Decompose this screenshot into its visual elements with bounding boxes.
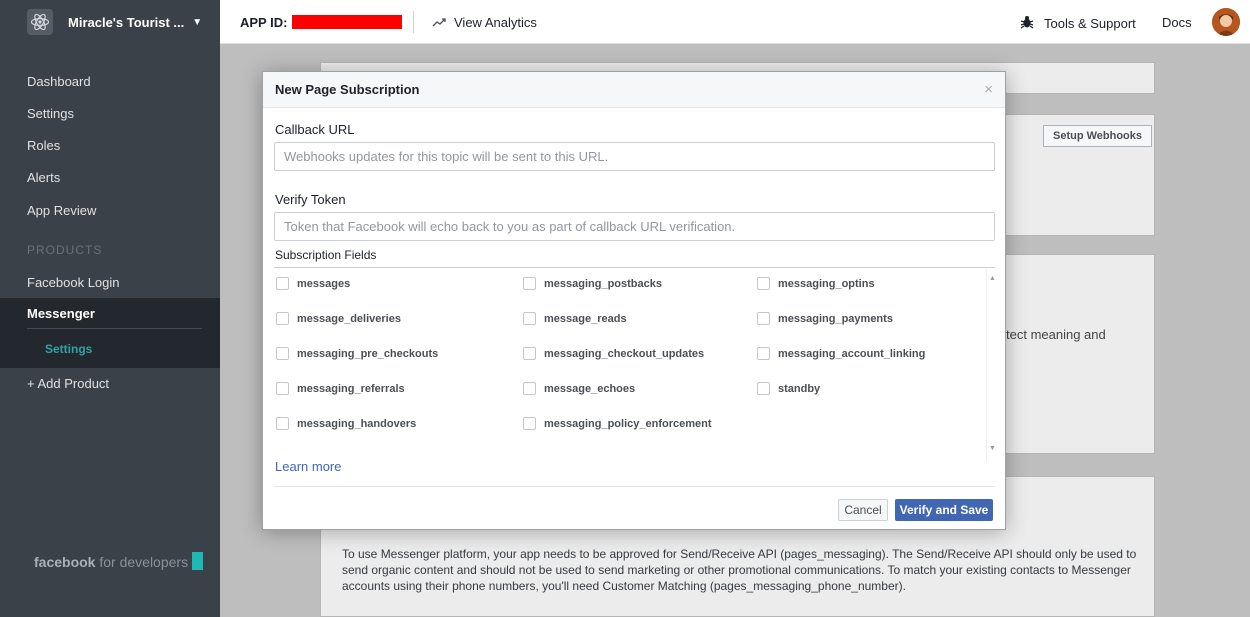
divider: [413, 11, 414, 33]
sidebar: Dashboard Settings Roles Alerts App Revi…: [0, 44, 220, 617]
sidebar-item-facebook-login[interactable]: Facebook Login: [27, 275, 120, 290]
checkbox-message-echoes[interactable]: message_echoes: [523, 382, 635, 395]
top-bar: Miracle's Tourist ... ▼ APP ID: redacted…: [0, 0, 1250, 44]
footer-brand: facebook: [34, 554, 96, 570]
checkbox-messaging-handovers[interactable]: messaging_handovers: [276, 417, 416, 430]
footer-suffix: for developers: [99, 554, 189, 570]
checkbox-messaging-payments[interactable]: messaging_payments: [757, 312, 893, 325]
checkbox-label: message_echoes: [544, 382, 636, 395]
sidebar-item-messenger[interactable]: Messenger: [27, 306, 95, 321]
checkbox-label: message_deliveries: [297, 312, 401, 325]
checkbox-box[interactable]: [523, 417, 536, 430]
checkbox-box[interactable]: [276, 347, 289, 360]
checkbox-box[interactable]: [523, 312, 536, 325]
scroll-down-icon[interactable]: ▼: [989, 445, 996, 452]
checkbox-label: messages: [297, 277, 351, 290]
checkbox-messaging-checkout-updates[interactable]: messaging_checkout_updates: [523, 347, 704, 360]
tools-support-link[interactable]: Tools & Support: [1020, 15, 1136, 32]
checkbox-box[interactable]: [276, 417, 289, 430]
checkbox-box[interactable]: [523, 277, 536, 290]
checkbox-box[interactable]: [523, 382, 536, 395]
checkbox-label: messaging_checkout_updates: [544, 347, 705, 360]
checkbox-standby[interactable]: standby: [757, 382, 820, 395]
checkbox-messaging-pre-checkouts[interactable]: messaging_pre_checkouts: [276, 347, 438, 360]
checkbox-box[interactable]: [276, 312, 289, 325]
facebook-for-developers-logo: facebook for developers: [34, 552, 204, 570]
checkbox-box[interactable]: [523, 347, 536, 360]
app-name: Miracle's Tourist ...: [68, 14, 185, 30]
verify-token-label: Verify Token: [275, 192, 346, 207]
checkbox-messaging-postbacks[interactable]: messaging_postbacks: [523, 277, 662, 290]
fields-scrollbar[interactable]: ▲ ▼: [986, 269, 998, 462]
bug-icon: [1020, 15, 1034, 32]
sidebar-item-settings[interactable]: Settings: [27, 106, 74, 121]
products-header: PRODUCTS: [27, 243, 103, 257]
checkbox-label: messaging_pre_checkouts: [297, 347, 439, 360]
checkbox-label: messaging_payments: [778, 312, 893, 325]
checkbox-box[interactable]: [757, 347, 770, 360]
scroll-up-icon[interactable]: ▲: [989, 275, 996, 282]
sidebar-item-dashboard[interactable]: Dashboard: [27, 74, 91, 89]
checkbox-messaging-optins[interactable]: messaging_optins: [757, 277, 875, 290]
user-avatar[interactable]: [1212, 8, 1240, 36]
cancel-button[interactable]: Cancel: [838, 499, 888, 521]
sidebar-item-add-product[interactable]: + Add Product: [27, 376, 109, 391]
app-selector[interactable]: Miracle's Tourist ... ▼: [0, 0, 220, 44]
checkbox-message-deliveries[interactable]: message_deliveries: [276, 312, 401, 325]
checkbox-label: standby: [778, 382, 821, 395]
checkbox-label: message_reads: [544, 312, 627, 325]
checkbox-label: messaging_optins: [778, 277, 875, 290]
view-analytics-label: View Analytics: [454, 15, 537, 30]
sidebar-item-roles[interactable]: Roles: [27, 138, 60, 153]
dialog-title: New Page Subscription: [275, 82, 420, 97]
checkbox-label: messaging_postbacks: [544, 277, 662, 290]
dialog-header: New Page Subscription: [263, 72, 1005, 108]
trend-up-icon: [432, 15, 446, 30]
setup-webhooks-button[interactable]: Setup Webhooks: [1043, 125, 1152, 147]
checkbox-label: messaging_handovers: [297, 417, 417, 430]
sidebar-item-app-review[interactable]: App Review: [27, 203, 96, 218]
messenger-approval-paragraph: To use Messenger platform, your app need…: [342, 547, 1137, 593]
learn-more-link[interactable]: Learn more: [275, 459, 341, 474]
checkbox-label: messaging_policy_enforcement: [544, 417, 712, 430]
checkbox-box[interactable]: [276, 277, 289, 290]
sidebar-item-alerts[interactable]: Alerts: [27, 170, 60, 185]
subscription-fields-list: messages messaging_postbacks messaging_o…: [274, 269, 998, 462]
atom-icon: [27, 9, 53, 35]
brand-bar: [192, 552, 204, 570]
checkbox-messaging-account-linking[interactable]: messaging_account_linking: [757, 347, 925, 360]
tools-support-label: Tools & Support: [1044, 16, 1136, 31]
close-icon[interactable]: ×: [984, 81, 993, 98]
callback-url-label: Callback URL: [275, 122, 355, 137]
new-page-subscription-dialog: New Page Subscription × Callback URL Ver…: [262, 71, 1006, 530]
verify-token-input[interactable]: [274, 212, 995, 241]
footer-divider: [274, 486, 995, 487]
callback-url-input[interactable]: [274, 142, 995, 171]
view-analytics-link[interactable]: View Analytics: [432, 15, 537, 30]
checkbox-messages[interactable]: messages: [276, 277, 350, 290]
docs-link[interactable]: Docs: [1162, 15, 1192, 30]
sidebar-item-messenger-settings[interactable]: Settings: [45, 342, 92, 356]
checkbox-messaging-referrals[interactable]: messaging_referrals: [276, 382, 405, 395]
checkbox-box[interactable]: [757, 312, 770, 325]
fields-divider: [274, 267, 995, 268]
checkbox-box[interactable]: [757, 382, 770, 395]
checkbox-box[interactable]: [757, 277, 770, 290]
app-id-label: APP ID:: [240, 15, 288, 30]
checkbox-messaging-policy-enforcement[interactable]: messaging_policy_enforcement: [523, 417, 712, 430]
app-id-redacted: redacted: [292, 15, 402, 29]
checkbox-box[interactable]: [276, 382, 289, 395]
checkbox-label: messaging_account_linking: [778, 347, 926, 360]
verify-and-save-button[interactable]: Verify and Save: [895, 499, 993, 521]
checkbox-label: messaging_referrals: [297, 382, 405, 395]
checkbox-message-reads[interactable]: message_reads: [523, 312, 627, 325]
sidebar-divider: [27, 328, 202, 329]
background-partial-text: tect meaning and: [1006, 327, 1106, 342]
caret-down-icon: ▼: [192, 16, 203, 28]
subscription-fields-label: Subscription Fields: [275, 248, 377, 262]
